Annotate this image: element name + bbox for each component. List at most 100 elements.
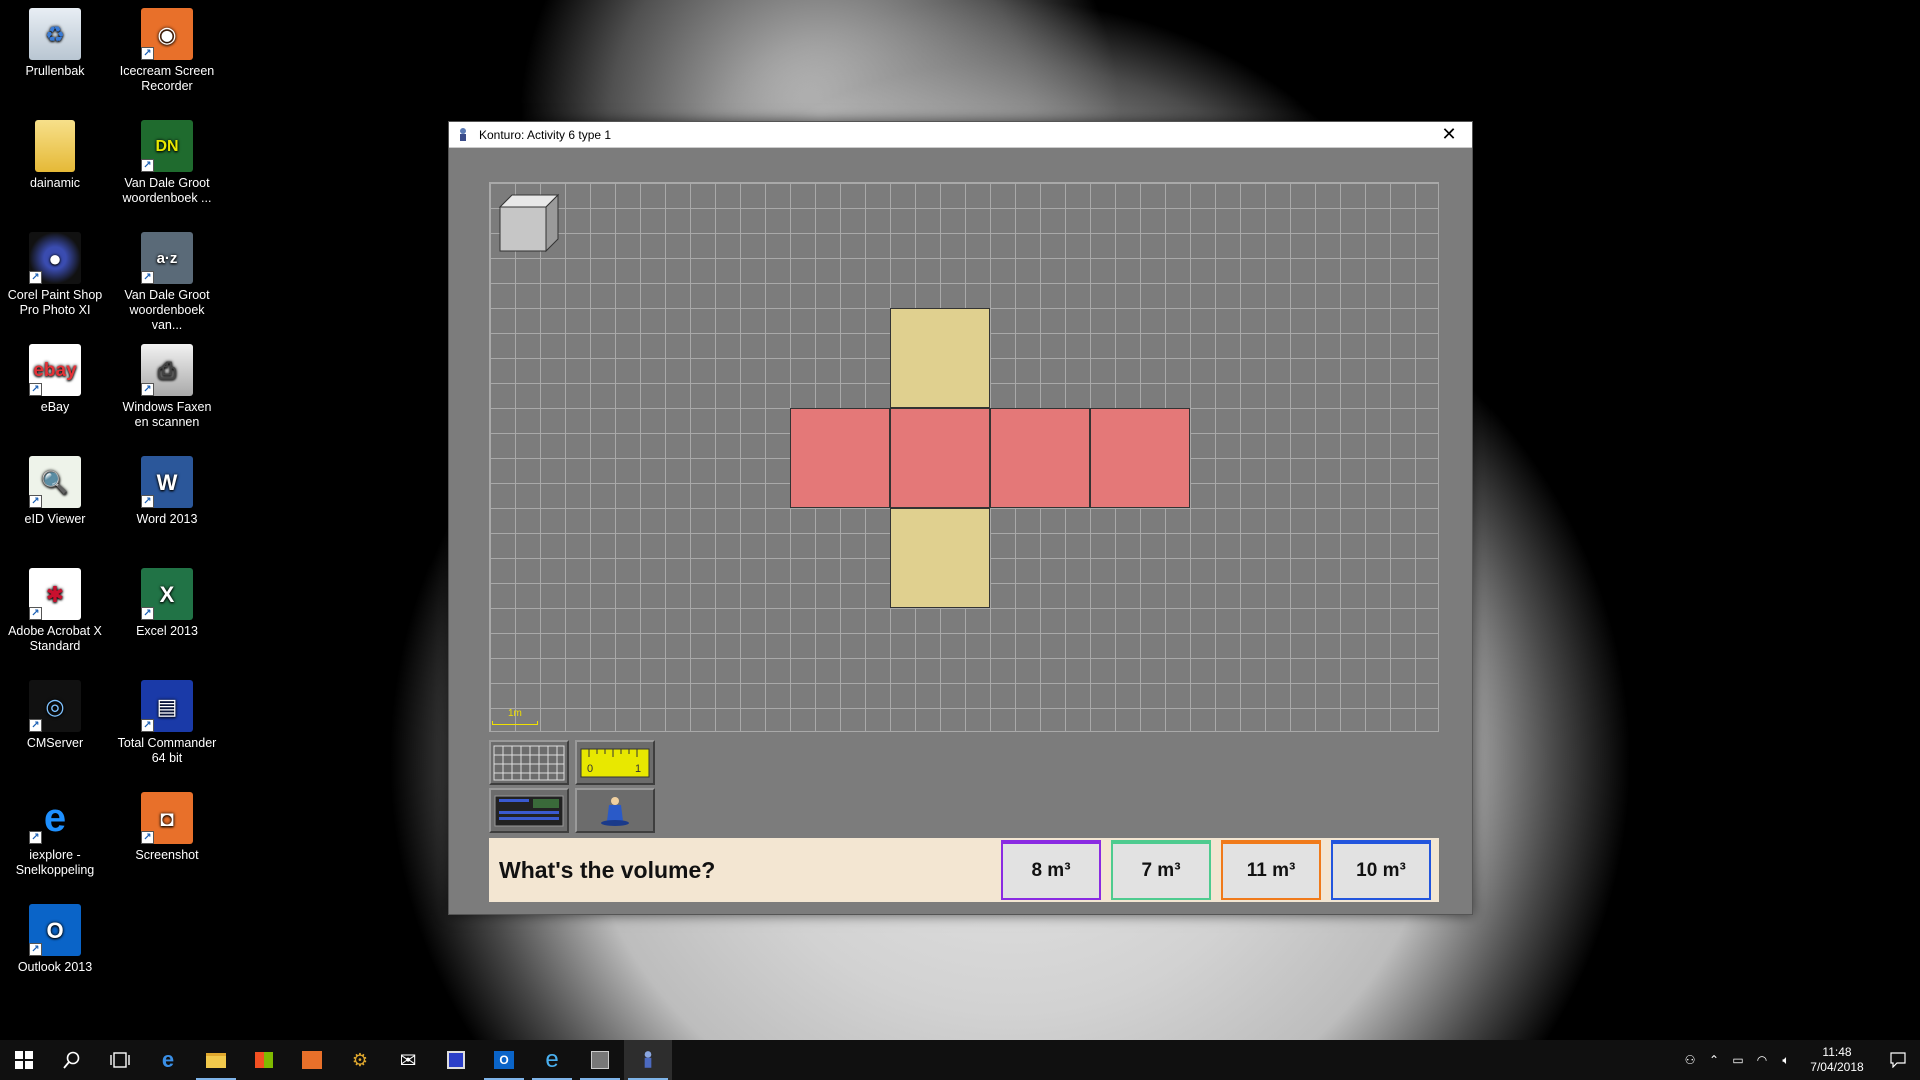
grid-toggle-button[interactable] — [489, 740, 569, 785]
character-icon — [601, 796, 629, 826]
taskbar-total-commander[interactable] — [432, 1040, 480, 1080]
taskbar-internet-explorer[interactable]: e — [528, 1040, 576, 1080]
cube-3d-button[interactable] — [498, 191, 560, 253]
taskbar-app-wrench[interactable]: ⚙ — [336, 1040, 384, 1080]
chevron-up-icon: ⌃ — [1708, 1053, 1720, 1067]
desktop-icon-iexplore[interactable]: e ↗ iexplore - Snelkoppeling — [3, 792, 107, 878]
question-bar: What's the volume? 8 m³ 7 m³ 11 m³ 10 m³ — [489, 838, 1439, 902]
folder-icon — [35, 120, 75, 172]
cmserver-icon: ◎ ↗ — [29, 680, 81, 732]
desktop-icon-vandale[interactable]: DN ↗ Van Dale Groot woordenboek ... — [115, 120, 219, 206]
wifi-icon: ◠ — [1756, 1053, 1768, 1067]
show-hidden-icons-button[interactable]: ⌃ — [1702, 1040, 1726, 1080]
desktop-icon-eid[interactable]: 🔍 ↗ eID Viewer — [3, 456, 107, 527]
desktop-icon-recycle-bin[interactable]: ♻ Prullenbak — [3, 8, 107, 79]
desktop-icon-word[interactable]: W ↗ Word 2013 — [115, 456, 219, 527]
taskbar-outlook[interactable]: O — [480, 1040, 528, 1080]
desktop-icon-corel[interactable]: ● ↗ Corel Paint Shop Pro Photo XI — [3, 232, 107, 318]
taskbar-store[interactable] — [240, 1040, 288, 1080]
window-titlebar[interactable]: Konturo: Activity 6 type 1 ✕ — [449, 122, 1472, 148]
svg-text:0: 0 — [587, 763, 593, 775]
calculator-button[interactable] — [489, 788, 569, 833]
total-commander-icon: ▤ ↗ — [141, 680, 193, 732]
taskbar-edge[interactable]: e — [144, 1040, 192, 1080]
clock-time: 11:48 — [1822, 1045, 1852, 1059]
people-button[interactable]: ⚇ — [1678, 1040, 1702, 1080]
desktop-icon-label: Word 2013 — [136, 512, 198, 526]
start-button[interactable] — [0, 1040, 48, 1080]
paint-shop-icon: ● ↗ — [29, 232, 81, 284]
recycle-bin-icon: ♻ — [29, 8, 81, 60]
search-icon — [63, 1051, 80, 1069]
desktop-icon-label: iexplore - Snelkoppeling — [15, 848, 95, 877]
scale-label: 1m — [508, 708, 522, 719]
volume-control[interactable]: 🔈︎ — [1774, 1040, 1798, 1080]
desktop-icon-cmserver[interactable]: ◎ ↗ CMServer — [3, 680, 107, 751]
grid-icon — [493, 745, 565, 780]
answer-button-10[interactable]: 10 m³ — [1331, 840, 1431, 900]
desktop-icon-label: Prullenbak — [25, 64, 85, 78]
close-button[interactable]: ✕ — [1426, 122, 1472, 148]
close-icon: ✕ — [1441, 124, 1457, 144]
help-character-button[interactable] — [575, 788, 655, 833]
desktop-icon-excel[interactable]: X ↗ Excel 2013 — [115, 568, 219, 639]
battery-status[interactable]: ▭ — [1726, 1040, 1750, 1080]
ruler-icon: 0 1 — [580, 748, 650, 777]
desktop-icon-label: Total Commander 64 bit — [117, 736, 217, 765]
ruler-button[interactable]: 0 1 — [575, 740, 655, 785]
internet-explorer-icon: e ↗ — [29, 792, 81, 844]
eid-viewer-icon: 🔍 ↗ — [29, 456, 81, 508]
konturo-app-icon — [644, 1051, 652, 1068]
svg-text:1: 1 — [635, 763, 641, 775]
desktop-icon-label: Van Dale Groot woordenboek ... — [122, 176, 212, 205]
windows-logo-icon — [15, 1051, 33, 1069]
answer-button-11[interactable]: 11 m³ — [1221, 840, 1321, 900]
desktop-icon-totalcmd[interactable]: ▤ ↗ Total Commander 64 bit — [115, 680, 219, 766]
desktop-icon-fax[interactable]: ⎙ ↗ Windows Faxen en scannen — [115, 344, 219, 430]
calculator-icon — [494, 795, 564, 826]
desktop-icon-label: Excel 2013 — [136, 624, 198, 638]
clock-date: 7/04/2018 — [1810, 1060, 1864, 1074]
answer-label: 10 m³ — [1356, 860, 1406, 881]
system-tray: ⚇ ⌃ ▭ ◠ 🔈︎ 11:48 7/04/2018 — [1678, 1040, 1920, 1080]
internet-explorer-icon: e — [545, 1046, 559, 1073]
answer-button-7[interactable]: 7 m³ — [1111, 840, 1211, 900]
floppy-icon — [447, 1051, 465, 1069]
screen-recorder-icon: ◉ ↗ — [141, 8, 193, 60]
net-face-bottom — [890, 508, 990, 608]
battery-icon: ▭ — [1732, 1053, 1744, 1067]
konturo-window: Konturo: Activity 6 type 1 ✕ 1m 0 1 What… — [448, 121, 1473, 915]
desktop-icon-icecream[interactable]: ◉ ↗ Icecream Screen Recorder — [115, 8, 219, 94]
search-button[interactable] — [48, 1040, 96, 1080]
desktop-icon-acrobat[interactable]: ✱ ↗ Adobe Acrobat X Standard — [3, 568, 107, 654]
taskbar-clock[interactable]: 11:48 7/04/2018 — [1798, 1045, 1876, 1075]
drawing-grid[interactable]: 1m — [489, 182, 1439, 732]
taskbar-app-photo[interactable] — [576, 1040, 624, 1080]
desktop-icon-label: Windows Faxen en scannen — [122, 400, 212, 429]
answer-label: 7 m³ — [1141, 860, 1181, 881]
network-status[interactable]: ◠ — [1750, 1040, 1774, 1080]
taskbar-file-explorer[interactable] — [192, 1040, 240, 1080]
desktop-icon-label: CMServer — [26, 736, 84, 750]
taskbar-konturo[interactable] — [624, 1040, 672, 1080]
cube-icon — [498, 193, 560, 253]
desktop-icon-label: Screenshot — [135, 848, 199, 862]
net-face-top — [890, 308, 990, 408]
desktop-icon-label: Outlook 2013 — [17, 960, 93, 974]
desktop-icon-outlook[interactable]: O ↗ Outlook 2013 — [3, 904, 107, 975]
task-view-button[interactable] — [96, 1040, 144, 1080]
outlook-icon: O ↗ — [29, 904, 81, 956]
net-face-right — [990, 408, 1090, 508]
desktop-icon-screenshot[interactable]: ◘ ↗ Screenshot — [115, 792, 219, 863]
speaker-icon: 🔈︎ — [1782, 1052, 1790, 1067]
window-title: Konturo: Activity 6 type 1 — [479, 127, 612, 142]
net-face-back — [1090, 408, 1190, 508]
action-center-button[interactable] — [1876, 1040, 1920, 1080]
desktop-icon-vandale-az[interactable]: a·z ↗ Van Dale Groot woordenboek van... — [115, 232, 219, 333]
taskbar-mail[interactable]: ✉ — [384, 1040, 432, 1080]
desktop-icon-dainamic[interactable]: dainamic — [3, 120, 107, 191]
answer-button-8[interactable]: 8 m³ — [1001, 840, 1101, 900]
taskbar-app-orange[interactable] — [288, 1040, 336, 1080]
app-orange-icon — [302, 1051, 322, 1069]
desktop-icon-ebay[interactable]: ebay ↗ eBay — [3, 344, 107, 415]
